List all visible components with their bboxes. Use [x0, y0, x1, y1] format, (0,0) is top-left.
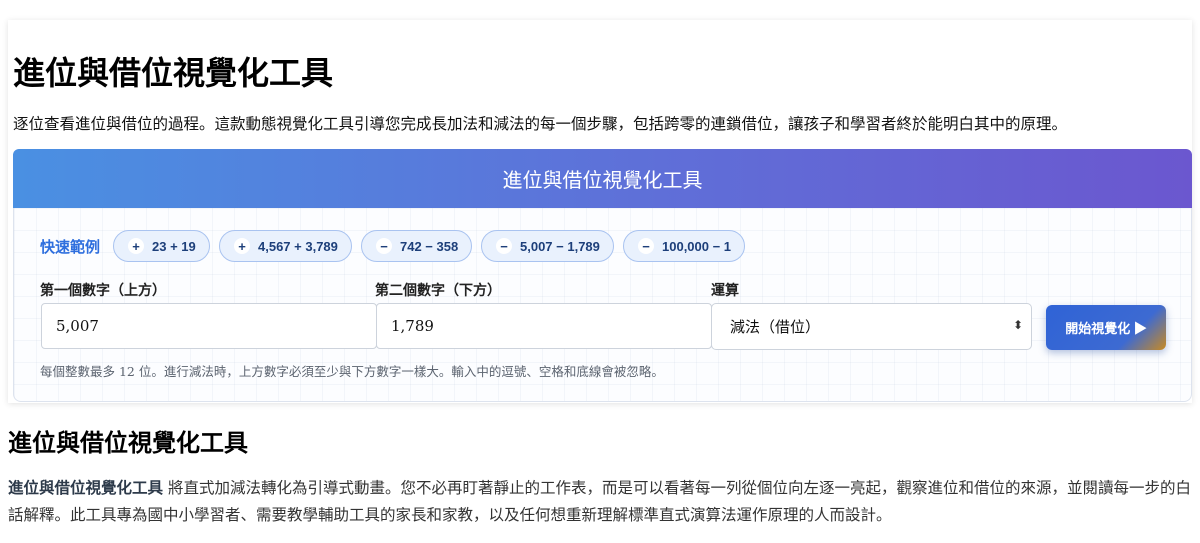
example-label: 100,000 − 1 [662, 238, 732, 254]
input-hint: 每個整數最多 12 位。進行減法時，上方數字必須至少與下方數字一樣大。輸入中的逗… [40, 364, 664, 379]
section-title: 進位與借位視覺化工具 [8, 429, 248, 457]
start-visualize-button[interactable]: 開始視覺化 ▶ [1046, 305, 1166, 350]
second-number-label: 第二個數字（下方） [375, 283, 501, 299]
page-intro: 逐位查看進位與借位的過程。這款動態視覺化工具引導您完成長加法和減法的每一個步驟，… [13, 115, 1068, 133]
example-chip-5007-minus-1789[interactable]: − 5,007 − 1,789 [481, 230, 614, 262]
first-number-value: 5,007 [56, 317, 99, 335]
page-title: 進位與借位視覺化工具 [13, 54, 334, 92]
second-number-value: 1,789 [391, 317, 434, 335]
example-label: 23 + 19 [152, 238, 196, 254]
example-chip-100000-minus-1[interactable]: − 100,000 − 1 [623, 230, 746, 262]
example-chip-742-minus-358[interactable]: − 742 − 358 [361, 230, 473, 262]
example-chip-4567-plus-3789[interactable]: + 4,567 + 3,789 [219, 230, 352, 262]
section-bold-lead: 進位與借位視覺化工具 [8, 479, 164, 497]
quick-examples-label: 快速範例 [40, 238, 101, 256]
minus-icon: − [376, 238, 392, 254]
operation-selected: 減法（借位） [730, 318, 821, 336]
tool-banner: 進位與借位視覺化工具 [13, 149, 1192, 208]
operation-label: 運算 [711, 283, 739, 299]
minus-icon: − [638, 238, 654, 254]
section-body-text: 將直式加減法轉化為引導式動畫。您不必再盯著靜止的工作表，而是可以看著每一列從個位… [8, 479, 1191, 524]
input-panel: 快速範例 + 23 + 19 + 4,567 + 3,789 − 742 − 3… [13, 208, 1192, 402]
minus-icon: − [496, 238, 512, 254]
tool-card: 進位與借位視覺化工具 逐位查看進位與借位的過程。這款動態視覺化工具引導您完成長加… [8, 20, 1192, 403]
second-number-input[interactable]: 1,789 [376, 303, 712, 349]
example-label: 4,567 + 3,789 [258, 238, 338, 254]
example-chip-23-plus-19[interactable]: + 23 + 19 [113, 230, 210, 262]
start-button-label: 開始視覺化 ▶ [1065, 321, 1147, 336]
operation-select[interactable]: 減法（借位） ⬍ [711, 303, 1032, 350]
plus-icon: + [128, 238, 144, 254]
first-number-label: 第一個數字（上方） [40, 283, 166, 299]
banner-title: 進位與借位視覺化工具 [502, 168, 703, 192]
plus-icon: + [234, 238, 250, 254]
section-body: 進位與借位視覺化工具 將直式加減法轉化為引導式動畫。您不必再盯著靜止的工作表，而… [8, 475, 1192, 529]
select-arrows-icon: ⬍ [1012, 318, 1023, 332]
example-label: 5,007 − 1,789 [520, 238, 600, 254]
example-label: 742 − 358 [400, 238, 459, 254]
first-number-input[interactable]: 5,007 [41, 303, 377, 349]
